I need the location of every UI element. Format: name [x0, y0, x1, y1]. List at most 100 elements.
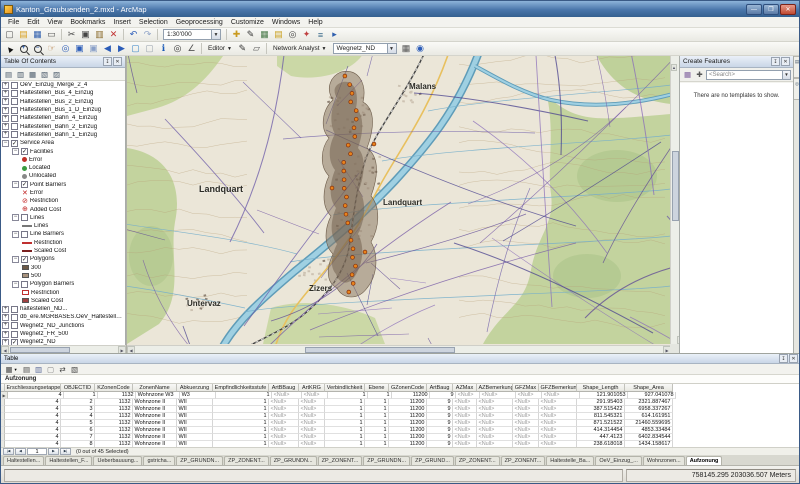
- table-cell[interactable]: <Null>: [513, 399, 539, 406]
- map-scale-combo[interactable]: 1:30'000 ▼: [163, 29, 221, 40]
- tree-item[interactable]: Scaled Cost: [1, 247, 125, 255]
- table-cell[interactable]: 1: [216, 392, 272, 399]
- layer-checkbox[interactable]: [11, 115, 18, 122]
- undo-icon[interactable]: ↶: [127, 28, 140, 41]
- previous-record-button[interactable]: ◀: [15, 448, 26, 455]
- layer-checkbox[interactable]: ✓: [11, 140, 18, 147]
- collapse-icon[interactable]: −: [12, 256, 19, 263]
- column-header[interactable]: GFZBemerkung: [539, 384, 577, 392]
- table-cell[interactable]: <Null>: [477, 399, 513, 406]
- layer-checkbox[interactable]: [21, 281, 28, 288]
- tree-item[interactable]: +Haltestellen_Bus_1_D_Einzug: [1, 106, 125, 114]
- menu-selection[interactable]: Selection: [135, 19, 172, 26]
- menu-bookmarks[interactable]: Bookmarks: [66, 19, 109, 26]
- table-cell[interactable]: 3: [61, 406, 95, 413]
- table-cell[interactable]: WII: [177, 413, 213, 420]
- select-features-icon[interactable]: ▢: [129, 42, 142, 55]
- expand-icon[interactable]: +: [2, 107, 9, 114]
- table-cell[interactable]: <Null>: [299, 399, 325, 406]
- layer-checkbox[interactable]: [11, 306, 18, 313]
- table-cell[interactable]: 6: [61, 427, 95, 434]
- layer-checkbox[interactable]: [11, 131, 18, 138]
- map-vertical-scrollbar[interactable]: ▲ ▼: [670, 56, 679, 344]
- table-tab[interactable]: ZP_ZONENT...: [318, 456, 363, 465]
- column-header[interactable]: ArtBaug: [427, 384, 453, 392]
- table-cell[interactable]: <Null>: [299, 406, 325, 413]
- table-tab[interactable]: Aufzonung: [686, 456, 723, 465]
- table-tab[interactable]: ZP_GRUNDN...: [176, 456, 223, 465]
- first-record-button[interactable]: |◀: [3, 448, 14, 455]
- current-record-input[interactable]: 1: [27, 448, 47, 455]
- table-cell[interactable]: 9: [427, 420, 453, 427]
- close-icon[interactable]: ✕: [789, 354, 798, 363]
- measure-icon[interactable]: ∠: [185, 42, 198, 55]
- collapse-icon[interactable]: −: [12, 281, 19, 288]
- column-header[interactable]: ArtKRG: [299, 384, 325, 392]
- table-cell[interactable]: <Null>: [299, 427, 325, 434]
- table-tab[interactable]: Haltestelle_Ba...: [546, 456, 594, 465]
- row-selector[interactable]: ▶: [1, 392, 8, 399]
- table-cell[interactable]: 9: [427, 413, 453, 420]
- list-by-drawing-order-icon[interactable]: ▤: [3, 69, 14, 80]
- table-cell[interactable]: 1: [368, 392, 392, 399]
- editor-menu-button[interactable]: Editor▼: [205, 45, 235, 52]
- table-cell[interactable]: 1132: [95, 413, 133, 420]
- minimize-button[interactable]: —: [746, 4, 762, 15]
- table-cell[interactable]: 387.515422: [577, 406, 625, 413]
- table-cell[interactable]: Wohnzone II: [133, 399, 177, 406]
- collapse-icon[interactable]: −: [12, 231, 19, 238]
- save-icon[interactable]: ▦: [31, 28, 44, 41]
- table-cell[interactable]: <Null>: [299, 434, 325, 441]
- table-tab[interactable]: Haltestellen...: [3, 456, 44, 465]
- table-cell[interactable]: <Null>: [477, 434, 513, 441]
- table-cell[interactable]: <Null>: [542, 392, 580, 399]
- search-window-icon[interactable]: ◎: [286, 28, 299, 41]
- table-cell[interactable]: 4: [5, 406, 61, 413]
- table-cell[interactable]: <Null>: [539, 434, 577, 441]
- table-cell[interactable]: 1: [365, 427, 389, 434]
- expand-icon[interactable]: +: [2, 314, 9, 321]
- expand-icon[interactable]: +: [2, 98, 9, 105]
- collapse-icon[interactable]: −: [2, 140, 9, 147]
- table-cell[interactable]: 11200: [389, 434, 427, 441]
- tree-item[interactable]: Scaled Cost: [1, 297, 125, 305]
- tree-item[interactable]: Lines: [1, 222, 125, 230]
- search-dock-tab[interactable]: ◎: [794, 78, 800, 100]
- table-cell[interactable]: <Null>: [272, 392, 302, 399]
- tree-item[interactable]: Located: [1, 164, 125, 172]
- table-tab[interactable]: ZP_ZONENT...: [455, 456, 500, 465]
- tree-item[interactable]: +Haltestellen_Bus_2_Einzug: [1, 98, 125, 106]
- list-by-source-icon[interactable]: ▥: [15, 69, 26, 80]
- table-cell[interactable]: 1: [213, 399, 269, 406]
- layer-checkbox[interactable]: [11, 322, 18, 329]
- table-cell[interactable]: 7: [61, 434, 95, 441]
- pin-icon[interactable]: ↧: [771, 57, 780, 66]
- layer-checkbox[interactable]: [21, 231, 28, 238]
- table-cell[interactable]: <Null>: [539, 399, 577, 406]
- table-cell[interactable]: <Null>: [513, 427, 539, 434]
- layer-checkbox[interactable]: [11, 90, 18, 97]
- python-window-icon[interactable]: ≡: [314, 28, 327, 41]
- network-analyst-window-icon[interactable]: ▦: [400, 42, 413, 55]
- table-cell[interactable]: 1: [213, 434, 269, 441]
- layer-checkbox[interactable]: [11, 82, 18, 89]
- toc-options-icon[interactable]: ▨: [51, 69, 62, 80]
- menu-geoprocessing[interactable]: Geoprocessing: [172, 19, 227, 26]
- solve-icon[interactable]: ◉: [414, 42, 427, 55]
- catalog-dock-tab[interactable]: ▤: [794, 56, 800, 78]
- table-cell[interactable]: 614.161951: [625, 413, 673, 420]
- tree-item[interactable]: −Line Barriers: [1, 230, 125, 238]
- table-cell[interactable]: <Null>: [516, 392, 542, 399]
- table-cell[interactable]: Wohnzone II: [133, 413, 177, 420]
- edit-sketch-icon[interactable]: ✎: [236, 42, 249, 55]
- table-cell[interactable]: <Null>: [453, 413, 477, 420]
- table-cell[interactable]: 1: [365, 413, 389, 420]
- select-by-attributes-icon[interactable]: ▥: [33, 364, 44, 375]
- table-cell[interactable]: <Null>: [477, 413, 513, 420]
- table-cell[interactable]: 9: [427, 399, 453, 406]
- tree-item[interactable]: −✓Polygons: [1, 255, 125, 263]
- column-header[interactable]: OBJECTID: [61, 384, 95, 392]
- table-cell[interactable]: 1132: [98, 392, 136, 399]
- table-cell[interactable]: 1: [325, 413, 365, 420]
- paste-icon[interactable]: ▥: [93, 28, 106, 41]
